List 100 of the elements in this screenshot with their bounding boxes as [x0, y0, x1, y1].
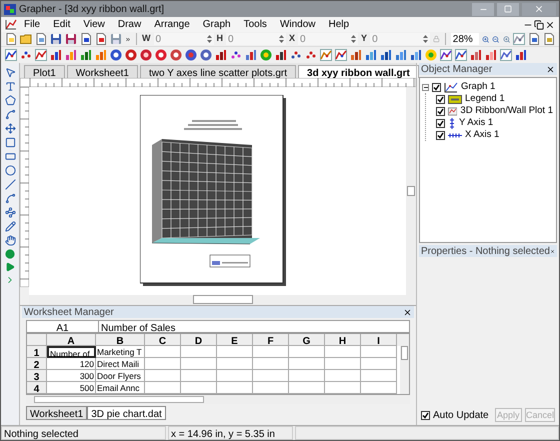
tree-item[interactable]: Legend 1 — [465, 92, 505, 106]
table-cell[interactable] — [145, 346, 181, 358]
table-cell[interactable]: Email Annc — [96, 382, 145, 394]
table-cell[interactable] — [253, 370, 289, 382]
table-cell[interactable] — [325, 370, 361, 382]
table-cell[interactable] — [145, 358, 181, 370]
bar-chart-icon[interactable] — [215, 49, 227, 61]
bar-chart-icon[interactable] — [350, 49, 362, 61]
polar-chart-icon[interactable] — [110, 49, 122, 61]
fit-page-icon[interactable] — [528, 33, 540, 45]
table-cell[interactable] — [289, 358, 325, 370]
menu-item[interactable]: Draw — [112, 17, 148, 32]
import-icon[interactable] — [80, 33, 92, 45]
zoom-in-icon[interactable] — [482, 34, 490, 44]
bar-chart-icon[interactable] — [50, 49, 62, 61]
polar-chart-icon[interactable] — [200, 49, 212, 61]
bar-chart-icon[interactable] — [380, 49, 392, 61]
table-cell[interactable] — [325, 358, 361, 370]
polar-chart-icon[interactable] — [170, 49, 182, 61]
menu-item[interactable]: File — [18, 17, 46, 32]
checkbox[interactable] — [436, 94, 445, 104]
scatter-chart-icon[interactable] — [20, 49, 32, 61]
collapse-toggle[interactable] — [422, 84, 429, 90]
table-cell[interactable]: 120 — [47, 358, 96, 370]
checkbox[interactable] — [436, 118, 445, 128]
scatter-chart-icon[interactable] — [290, 49, 302, 61]
row-header[interactable]: 1 — [27, 346, 47, 358]
play-icon[interactable] — [5, 262, 15, 272]
table-cell[interactable] — [361, 358, 397, 370]
table-cell[interactable] — [145, 382, 181, 394]
polar-chart-icon[interactable] — [185, 49, 197, 61]
document-tab[interactable]: two Y axes line scatter plots.grt — [140, 65, 296, 78]
spinner-icon[interactable] — [279, 35, 284, 43]
line-chart-icon[interactable] — [440, 49, 452, 61]
bar-chart-icon[interactable] — [515, 49, 527, 61]
export-icon[interactable] — [95, 33, 107, 45]
table-cell[interactable] — [325, 346, 361, 358]
line-chart-icon[interactable] — [320, 49, 332, 61]
close-icon[interactable] — [546, 64, 555, 74]
move-icon[interactable] — [4, 123, 16, 134]
table-cell[interactable] — [217, 358, 253, 370]
menu-item[interactable]: View — [77, 17, 111, 32]
table-cell[interactable] — [217, 370, 253, 382]
text-icon[interactable] — [4, 81, 16, 92]
polar-chart-icon[interactable] — [140, 49, 152, 61]
bar-chart-icon[interactable] — [365, 49, 377, 61]
restore-document-icon[interactable] — [534, 20, 544, 30]
close-document-icon[interactable] — [545, 20, 555, 30]
save-icon[interactable] — [50, 33, 62, 45]
table-cell[interactable] — [181, 346, 217, 358]
table-cell[interactable] — [181, 358, 217, 370]
checkbox[interactable] — [432, 82, 441, 92]
table-cell[interactable]: Marketing T — [96, 346, 145, 358]
table-cell[interactable] — [217, 382, 253, 394]
spline-icon[interactable] — [4, 193, 16, 204]
new-file-icon[interactable] — [5, 33, 17, 45]
row-header[interactable]: 4 — [27, 382, 47, 394]
document-tab[interactable]: Worksheet1 — [66, 65, 138, 78]
line-chart-icon[interactable] — [335, 49, 347, 61]
table-cell[interactable]: Direct Maili — [96, 358, 145, 370]
tree-item[interactable]: X Axis 1 — [465, 128, 500, 142]
zoom-icon[interactable] — [502, 34, 510, 44]
worksheet-icon[interactable] — [35, 33, 47, 45]
line-chart-icon[interactable] — [500, 49, 512, 61]
row-header[interactable]: 3 — [27, 370, 47, 382]
column-header[interactable]: G — [289, 334, 325, 346]
checkbox[interactable] — [436, 106, 445, 116]
spinner-icon[interactable] — [351, 35, 356, 43]
table-cell[interactable]: 500 — [47, 382, 96, 394]
pencil-icon[interactable] — [4, 221, 16, 232]
document-tab[interactable]: Plot1 — [24, 65, 65, 78]
table-cell[interactable] — [289, 370, 325, 382]
table-cell[interactable] — [361, 370, 397, 382]
table-cell[interactable] — [145, 370, 181, 382]
column-header[interactable]: C — [145, 334, 181, 346]
tree-item[interactable]: Y Axis 1 — [459, 116, 494, 130]
bar-chart-icon[interactable] — [410, 49, 422, 61]
tree-item[interactable]: Graph 1 — [461, 80, 496, 94]
table-cell[interactable] — [253, 346, 289, 358]
checkbox[interactable] — [421, 410, 430, 420]
node-icon[interactable] — [5, 249, 15, 259]
spinner-icon[interactable] — [423, 35, 428, 43]
square-icon[interactable] — [4, 137, 16, 148]
menu-item[interactable]: Graph — [196, 17, 237, 32]
polar-chart-icon[interactable] — [125, 49, 137, 61]
spinner-icon[interactable] — [206, 35, 212, 43]
page-icon[interactable] — [543, 33, 556, 45]
pointer-icon[interactable] — [4, 67, 16, 78]
scatter-chart-icon[interactable] — [230, 49, 242, 61]
document-tab[interactable]: 3d xyy ribbon wall.grt — [298, 65, 419, 78]
line-chart-icon[interactable] — [455, 49, 467, 61]
table-cell[interactable] — [217, 346, 253, 358]
column-header[interactable]: B — [96, 334, 145, 346]
menu-item[interactable]: Help — [322, 17, 356, 32]
scatter-chart-icon[interactable] — [305, 49, 317, 61]
column-header[interactable]: A — [47, 334, 96, 346]
table-cell[interactable] — [181, 382, 217, 394]
menu-item[interactable]: Window — [274, 17, 322, 32]
table-cell[interactable]: Door Flyers — [96, 370, 145, 382]
menu-item[interactable]: Tools — [238, 17, 273, 32]
